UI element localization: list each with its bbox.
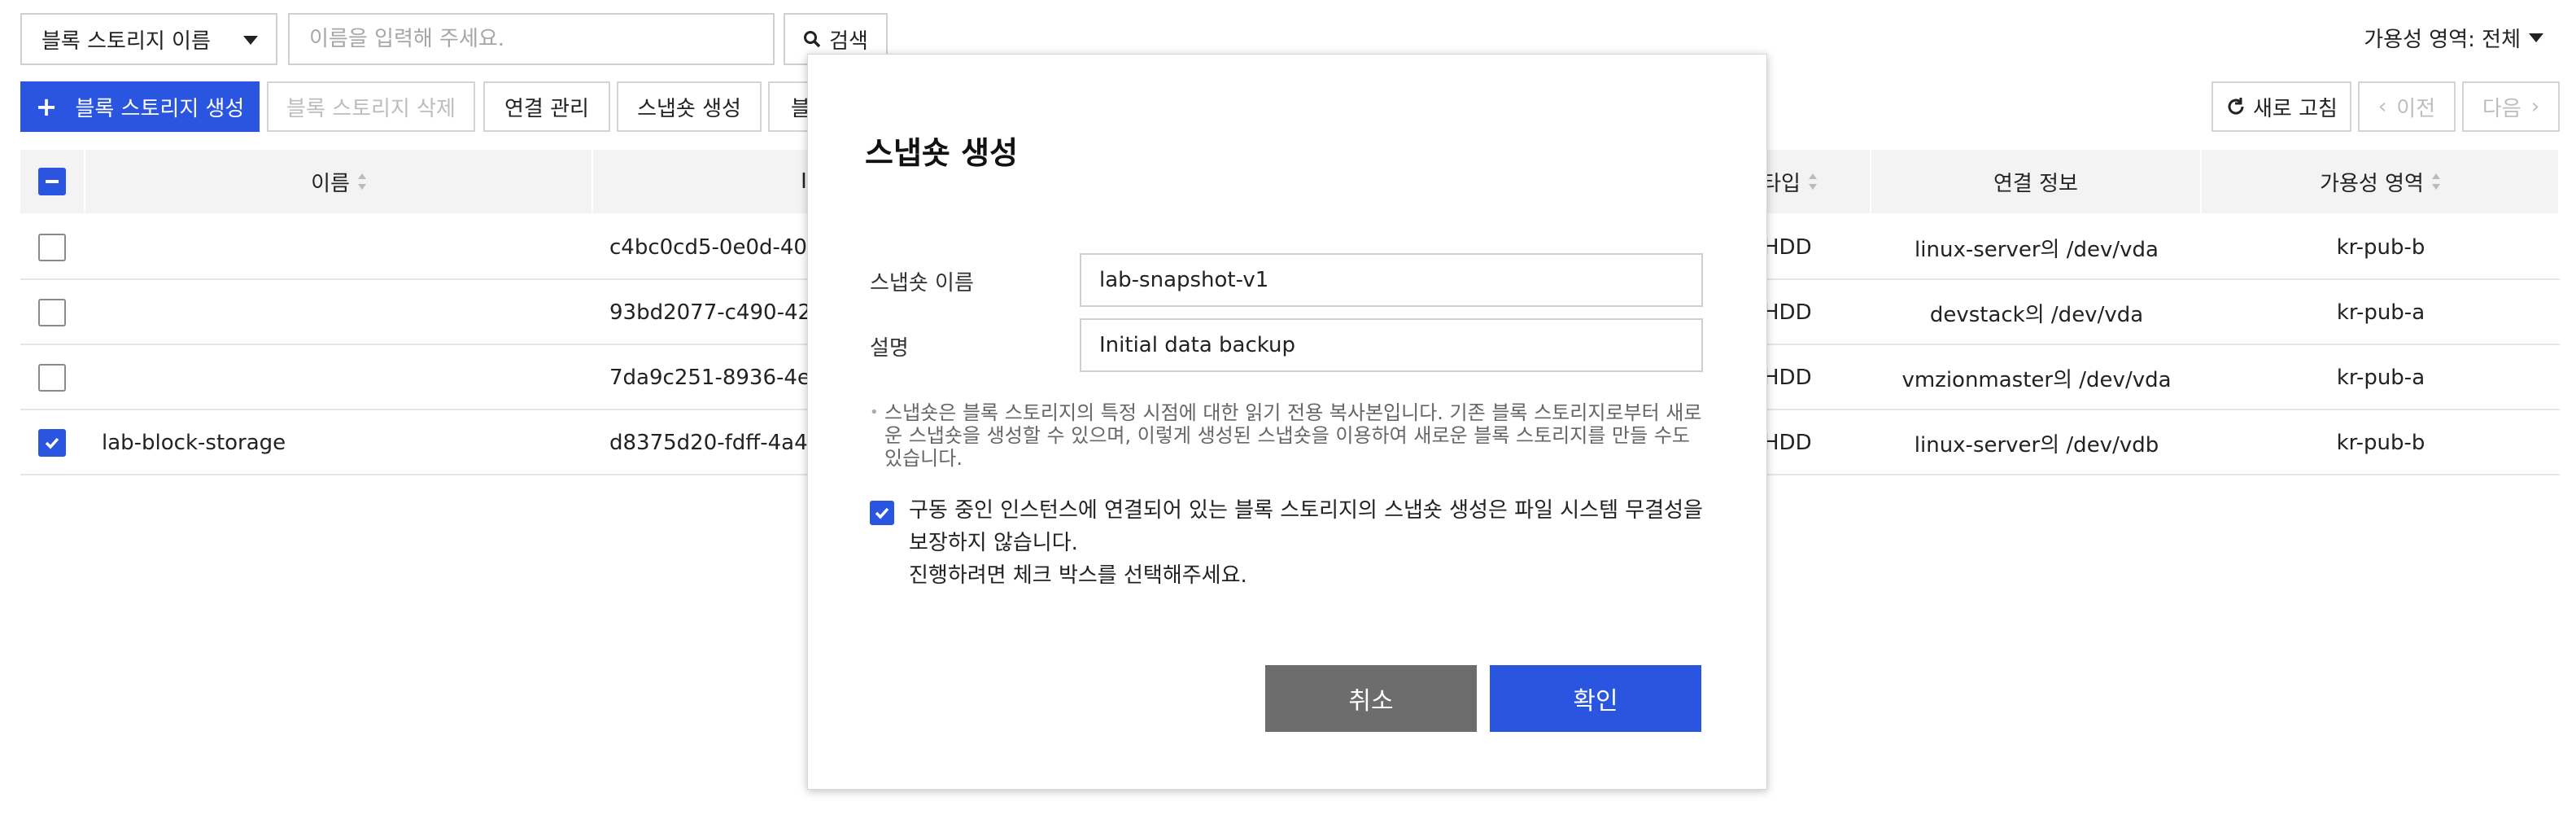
chevron-right-icon: › — [2530, 94, 2540, 119]
availability-zone-select[interactable]: 가용성 영역: 전체 — [2364, 23, 2543, 53]
search-button-label: 검색 — [829, 28, 868, 54]
header-az-label: 가용성 영역 — [2320, 171, 2424, 196]
next-page-button[interactable]: 다음 › — [2462, 81, 2560, 132]
attach-management-button[interactable]: 연결 관리 — [483, 81, 610, 132]
sort-icon — [357, 173, 366, 190]
snapshot-name-label: 스냅숏 이름 — [870, 271, 974, 296]
availability-zone-label: 가용성 영역: 전체 — [2364, 28, 2521, 52]
confirm-text: 구동 중인 인스턴스에 연결되어 있는 블록 스토리지의 스냅숏 생성은 파일 … — [909, 494, 1706, 592]
confirm-instruction: 진행하려면 체크 박스를 선택해주세요. — [909, 563, 1247, 588]
cell-type: HDD — [1763, 366, 1812, 390]
refresh-label: 새로 고침 — [2253, 96, 2338, 121]
chevron-left-icon: ‹ — [2377, 94, 2387, 119]
snapshot-name-value: lab-snapshot-v1 — [1099, 268, 1269, 292]
header-select-all[interactable] — [20, 150, 85, 213]
cell-connection: linux-server의 /dev/vda — [1915, 237, 2159, 262]
sort-icon — [2431, 173, 2440, 190]
refresh-button[interactable]: 새로 고침 — [2211, 81, 2351, 132]
cell-name: lab-block-storage — [102, 431, 286, 455]
description-label: 설명 — [870, 336, 909, 361]
cell-type: HDD — [1763, 235, 1812, 260]
cell-connection: devstack의 /dev/vda — [1929, 302, 2144, 327]
create-block-storage-button[interactable]: + 블록 스토리지 생성 — [20, 81, 260, 132]
search-field-select[interactable]: 블록 스토리지 이름 — [20, 13, 277, 65]
cell-az: kr-pub-b — [2336, 235, 2425, 260]
create-snapshot-dialog: 스냅숏 생성 스냅숏 이름 lab-snapshot-v1 설명 Initial… — [807, 54, 1767, 790]
cell-connection: linux-server의 /dev/vdb — [1914, 432, 2159, 458]
cell-id: c4bc0cd5-0e0d-404c — [609, 235, 832, 260]
caret-down-icon — [243, 36, 258, 45]
check-icon — [45, 437, 59, 449]
sort-icon — [1808, 173, 1817, 190]
caret-down-icon — [2529, 33, 2543, 42]
cell-connection: vmzionmaster의 /dev/vda — [1901, 367, 2172, 392]
cancel-label: 취소 — [1348, 687, 1394, 716]
row-checkbox[interactable] — [38, 364, 66, 392]
confirm-warning: 구동 중인 인스턴스에 연결되어 있는 블록 스토리지의 스냅숏 생성은 파일 … — [909, 498, 1703, 555]
dialog-title: 스냅숏 생성 — [865, 135, 1019, 171]
snapshot-note: 스냅숏은 블록 스토리지의 특정 시점에 대한 읽기 전용 복사본입니다. 기존… — [870, 401, 1708, 470]
snapshot-name-input[interactable]: lab-snapshot-v1 — [1080, 253, 1703, 307]
create-snapshot-button[interactable]: 스냅숏 생성 — [617, 81, 762, 132]
header-type-label: 타입 — [1762, 171, 1801, 196]
cell-id: d8375d20-fdff-4a49- — [609, 431, 829, 455]
delete-block-storage-label: 블록 스토리지 삭제 — [286, 96, 456, 121]
description-input[interactable]: Initial data backup — [1080, 318, 1703, 372]
confirm-checkbox[interactable] — [870, 501, 894, 525]
row-checkbox[interactable] — [38, 234, 66, 261]
cell-type: HDD — [1763, 431, 1812, 455]
check-icon — [875, 507, 889, 519]
prev-page-label: 이전 — [2396, 96, 2436, 121]
create-block-storage-label: 블록 스토리지 생성 — [75, 96, 245, 121]
cell-id: 93bd2077-c490-42f0 — [609, 300, 832, 325]
delete-block-storage-button[interactable]: 블록 스토리지 삭제 — [267, 81, 475, 132]
search-field-select-label: 블록 스토리지 이름 — [41, 28, 211, 54]
row-checkbox[interactable] — [38, 429, 66, 457]
search-input[interactable] — [288, 13, 775, 65]
header-az[interactable]: 가용성 영역 — [2202, 150, 2560, 213]
attach-management-label: 연결 관리 — [504, 96, 589, 121]
next-page-label: 다음 — [2482, 96, 2521, 121]
prev-page-button[interactable]: ‹ 이전 — [2358, 81, 2456, 132]
cell-type: HDD — [1763, 300, 1812, 325]
row-checkbox[interactable] — [38, 299, 66, 326]
create-snapshot-label: 스냅숏 생성 — [637, 96, 741, 121]
confirm-label: 확인 — [1573, 687, 1618, 716]
cancel-button[interactable]: 취소 — [1265, 665, 1477, 732]
refresh-icon — [2228, 98, 2244, 115]
plus-icon: + — [35, 91, 58, 122]
confirm-button[interactable]: 확인 — [1490, 665, 1701, 732]
cell-az: kr-pub-a — [2336, 366, 2425, 390]
header-connection-label: 연결 정보 — [1993, 171, 2078, 196]
select-all-checkbox[interactable] — [38, 168, 66, 195]
header-name[interactable]: 이름 — [85, 150, 593, 213]
search-icon — [804, 31, 821, 48]
cell-id: 7da9c251-8936-4eed — [609, 366, 837, 390]
description-value: Initial data backup — [1099, 333, 1296, 357]
cell-az: kr-pub-a — [2336, 300, 2425, 325]
header-name-label: 이름 — [311, 171, 350, 196]
header-connection: 연결 정보 — [1871, 150, 2202, 213]
cell-az: kr-pub-b — [2336, 431, 2425, 455]
